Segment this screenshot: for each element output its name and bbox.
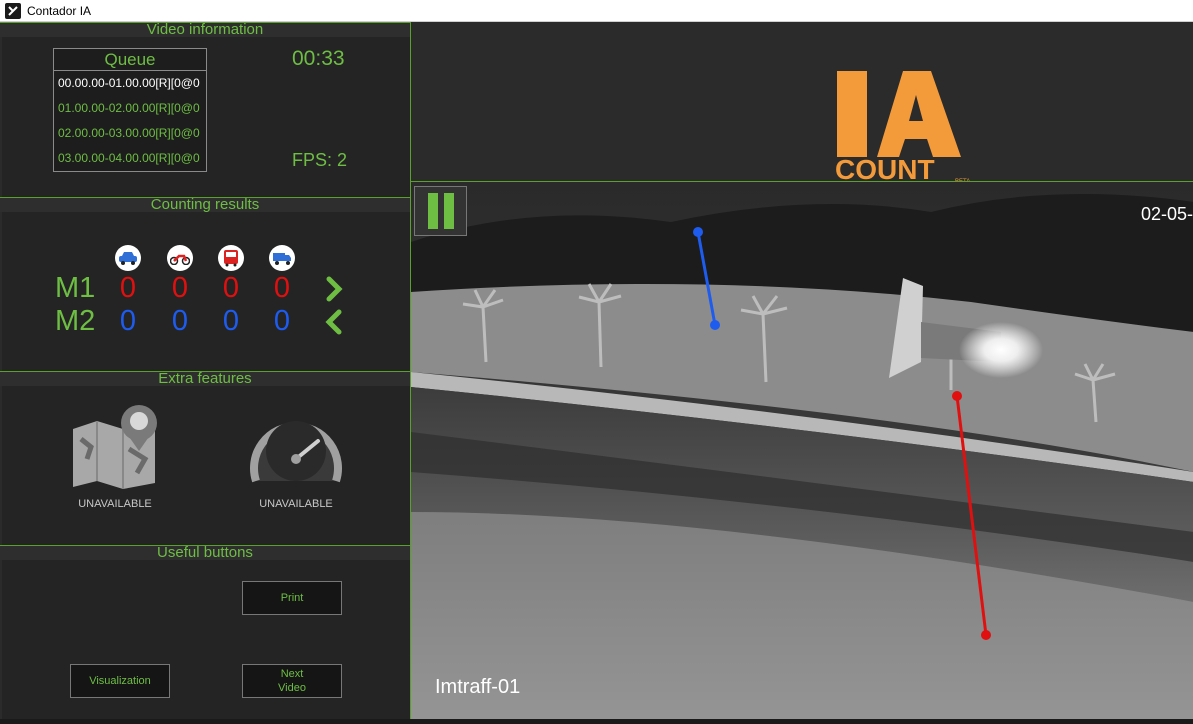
pause-icon xyxy=(427,193,438,229)
queue-item[interactable]: 03.00.00-04.00.00[R][0@0 xyxy=(54,146,206,171)
camera-frame xyxy=(411,182,1193,719)
bus-icon xyxy=(218,245,244,271)
speedometer-icon xyxy=(250,421,342,483)
truck-icon xyxy=(269,245,295,271)
video-info-header: Video information xyxy=(0,22,410,37)
car-icon xyxy=(115,245,141,271)
useful-buttons-body: Print Visualization Next Video xyxy=(2,560,410,722)
app-icon xyxy=(5,2,21,19)
video-info-panel: Video information Queue 00.00.00-01.00.0… xyxy=(0,22,410,197)
next-video-button[interactable]: Next Video xyxy=(242,664,342,698)
queue-item[interactable]: 02.00.00-03.00.00[R][0@0 xyxy=(54,121,206,146)
red-line-handle[interactable] xyxy=(981,630,991,640)
m1-bus-count: 0 xyxy=(222,272,240,304)
blue-line-handle[interactable] xyxy=(693,227,703,237)
chevron-left-icon[interactable] xyxy=(324,309,344,342)
logo-area: COUNT BETA xyxy=(410,22,1193,185)
motorcycle-icon xyxy=(167,245,193,271)
video-timestamp: 02-05- xyxy=(1140,204,1193,224)
queue-title: Queue xyxy=(54,49,206,71)
m1-motorcycle-count: 0 xyxy=(171,272,189,304)
left-panel: Video information Queue 00.00.00-01.00.0… xyxy=(0,22,410,722)
queue-item[interactable]: 01.00.00-02.00.00[R][0@0 xyxy=(54,96,206,121)
video-view[interactable]: 02-05- Imtraff-01 xyxy=(410,181,1193,719)
chevron-right-icon[interactable] xyxy=(324,276,344,309)
queue-list[interactable]: Queue 00.00.00-01.00.00[R][0@0 01.00.00-… xyxy=(53,48,207,172)
m2-label: M2 xyxy=(55,305,96,337)
m2-car-count: 0 xyxy=(119,305,137,337)
map-feature: UNAVAILABLE xyxy=(65,399,165,510)
map-status: UNAVAILABLE xyxy=(78,498,152,510)
video-info-body: Queue 00.00.00-01.00.00[R][0@0 01.00.00-… xyxy=(2,37,410,197)
speed-feature: UNAVAILABLE xyxy=(246,403,346,510)
counting-panel: Counting results M1 M2 0 0 0 0 0 0 0 0 xyxy=(0,197,410,371)
title-bar: Contador IA xyxy=(0,0,1193,22)
visualization-button[interactable]: Visualization xyxy=(70,664,170,698)
m2-bus-count: 0 xyxy=(222,305,240,337)
window-title: Contador IA xyxy=(27,3,92,18)
fps-readout: FPS: 2 xyxy=(292,150,348,170)
extra-features-panel: Extra features UNAVAILABLE UNAVAILABLE xyxy=(0,371,410,545)
blue-line-handle[interactable] xyxy=(710,320,720,330)
pause-button[interactable] xyxy=(414,186,467,236)
counting-header: Counting results xyxy=(0,197,410,212)
queue-item[interactable]: 00.00.00-01.00.00[R][0@0 xyxy=(54,71,206,96)
camera-name: Imtraff-01 xyxy=(435,676,521,698)
useful-buttons-panel: Useful buttons Print Visualization Next … xyxy=(0,545,410,722)
ia-count-logo: COUNT BETA xyxy=(835,71,970,185)
map-pin-icon xyxy=(73,405,157,489)
m2-truck-count: 0 xyxy=(273,305,291,337)
print-button[interactable]: Print xyxy=(242,581,342,615)
extra-features-body: UNAVAILABLE UNAVAILABLE xyxy=(2,386,410,545)
useful-buttons-header: Useful buttons xyxy=(0,545,410,560)
m1-car-count: 0 xyxy=(119,272,137,304)
m1-label: M1 xyxy=(55,272,96,304)
bottom-edge xyxy=(0,719,1193,724)
extra-features-header: Extra features xyxy=(0,371,410,386)
pause-icon xyxy=(443,193,454,229)
speed-status: UNAVAILABLE xyxy=(259,498,333,510)
red-line-handle[interactable] xyxy=(952,391,962,401)
m1-truck-count: 0 xyxy=(273,272,291,304)
m2-motorcycle-count: 0 xyxy=(171,305,189,337)
counting-body: M1 M2 0 0 0 0 0 0 0 0 xyxy=(2,212,410,371)
video-timer: 00:33 xyxy=(292,47,345,70)
